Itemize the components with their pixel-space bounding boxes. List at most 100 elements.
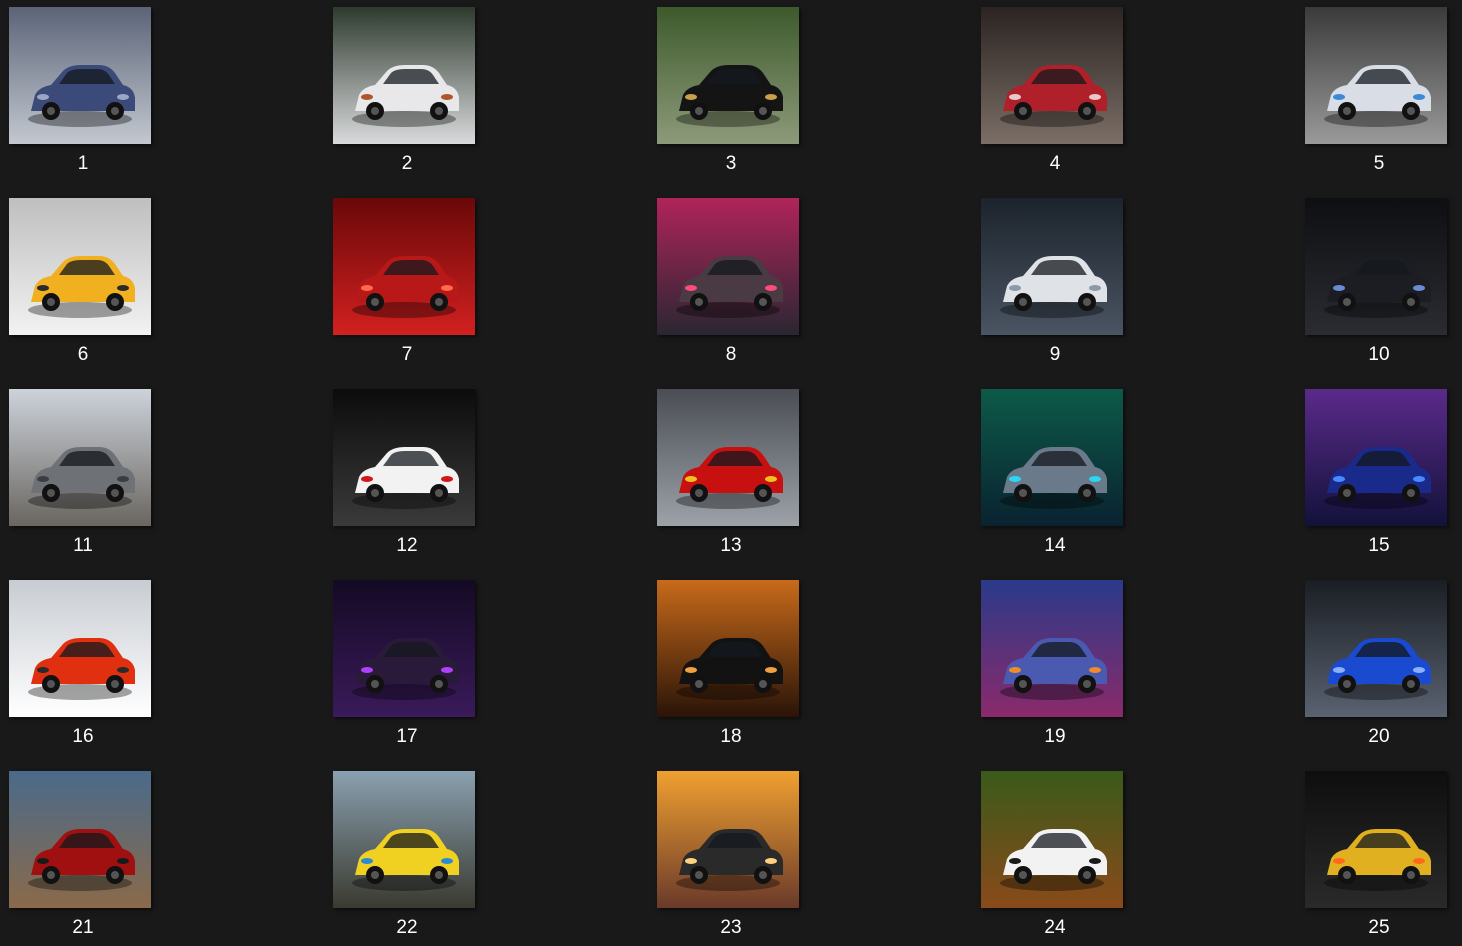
car-photo-thumbnail-icon[interactable] <box>333 7 475 144</box>
thumbnail-image <box>1305 7 1447 144</box>
thumbnail-image <box>981 389 1123 526</box>
car-photo-thumbnail-icon[interactable] <box>1305 389 1447 526</box>
thumbnail-image <box>657 198 799 335</box>
gallery-item[interactable]: 3 <box>648 0 808 185</box>
gallery-item[interactable]: 8 <box>648 191 808 376</box>
item-label: 13 <box>720 535 742 556</box>
gallery-item[interactable]: 19 <box>972 573 1132 758</box>
gallery-item[interactable]: 15 <box>1296 382 1456 567</box>
thumbnail-image <box>9 771 151 908</box>
item-label: 15 <box>1368 535 1390 556</box>
item-label: 23 <box>720 917 742 938</box>
thumbnail-image <box>333 580 475 717</box>
car-photo-thumbnail-icon[interactable] <box>657 771 799 908</box>
thumbnail-image <box>981 198 1123 335</box>
gallery-item[interactable]: 10 <box>1296 191 1456 376</box>
car-photo-thumbnail-icon[interactable] <box>981 580 1123 717</box>
thumbnail-image <box>657 580 799 717</box>
thumbnail-image <box>981 580 1123 717</box>
car-photo-thumbnail-icon[interactable] <box>333 389 475 526</box>
gallery-item[interactable]: 2 <box>324 0 484 185</box>
car-photo-thumbnail-icon[interactable] <box>981 389 1123 526</box>
thumbnail-image <box>1305 198 1447 335</box>
car-photo-thumbnail-icon[interactable] <box>657 7 799 144</box>
gallery-item[interactable]: 14 <box>972 382 1132 567</box>
gallery-item[interactable]: 1 <box>0 0 160 185</box>
thumbnail-image <box>333 389 475 526</box>
car-photo-thumbnail-icon[interactable] <box>657 389 799 526</box>
thumbnail-image <box>1305 389 1447 526</box>
gallery-item[interactable]: 4 <box>972 0 1132 185</box>
thumbnail-image <box>981 771 1123 908</box>
car-photo-thumbnail-icon[interactable] <box>333 198 475 335</box>
item-label: 17 <box>396 726 418 747</box>
item-label: 10 <box>1368 344 1390 365</box>
item-label: 2 <box>401 153 413 174</box>
thumbnail-image <box>9 7 151 144</box>
thumbnail-image <box>333 771 475 908</box>
gallery-item[interactable]: 16 <box>0 573 160 758</box>
car-photo-thumbnail-icon[interactable] <box>9 771 151 908</box>
car-photo-thumbnail-icon[interactable] <box>981 771 1123 908</box>
thumbnail-image <box>333 198 475 335</box>
gallery-item[interactable]: 25 <box>1296 764 1456 946</box>
item-label: 16 <box>72 726 94 747</box>
car-photo-thumbnail-icon[interactable] <box>1305 198 1447 335</box>
car-photo-thumbnail-icon[interactable] <box>981 198 1123 335</box>
thumbnail-image <box>657 7 799 144</box>
gallery-item[interactable]: 23 <box>648 764 808 946</box>
car-photo-thumbnail-icon[interactable] <box>9 580 151 717</box>
gallery-item[interactable]: 12 <box>324 382 484 567</box>
gallery-item[interactable]: 5 <box>1296 0 1456 185</box>
item-label: 25 <box>1368 917 1390 938</box>
car-photo-thumbnail-icon[interactable] <box>657 198 799 335</box>
item-label: 1 <box>77 153 89 174</box>
item-label: 7 <box>401 344 413 365</box>
car-photo-thumbnail-icon[interactable] <box>1305 7 1447 144</box>
thumbnail-image <box>333 7 475 144</box>
gallery-item[interactable]: 20 <box>1296 573 1456 758</box>
item-label: 19 <box>1044 726 1066 747</box>
item-label: 8 <box>725 344 737 365</box>
gallery-item[interactable]: 24 <box>972 764 1132 946</box>
gallery-item[interactable]: 22 <box>324 764 484 946</box>
car-photo-thumbnail-icon[interactable] <box>981 7 1123 144</box>
thumbnail-image <box>9 389 151 526</box>
item-label: 24 <box>1044 917 1066 938</box>
gallery-item[interactable]: 18 <box>648 573 808 758</box>
item-label: 18 <box>720 726 742 747</box>
car-photo-thumbnail-icon[interactable] <box>657 580 799 717</box>
item-label: 3 <box>725 153 737 174</box>
item-label: 20 <box>1368 726 1390 747</box>
car-photo-thumbnail-icon[interactable] <box>1305 771 1447 908</box>
thumbnail-image <box>657 389 799 526</box>
thumbnail-image <box>9 198 151 335</box>
thumbnail-gallery: 1 2 3 4 5 6 7 8 9 10 11 12 13 14 15 16 1… <box>0 0 1462 946</box>
gallery-item[interactable]: 11 <box>0 382 160 567</box>
item-label: 5 <box>1373 153 1385 174</box>
thumbnail-image <box>657 771 799 908</box>
item-label: 21 <box>72 917 94 938</box>
item-label: 11 <box>73 535 93 556</box>
gallery-item[interactable]: 13 <box>648 382 808 567</box>
gallery-item[interactable]: 21 <box>0 764 160 946</box>
item-label: 22 <box>396 917 418 938</box>
item-label: 12 <box>396 535 418 556</box>
thumbnail-image <box>1305 580 1447 717</box>
car-photo-thumbnail-icon[interactable] <box>1305 580 1447 717</box>
item-label: 4 <box>1049 153 1061 174</box>
car-photo-thumbnail-icon[interactable] <box>9 198 151 335</box>
car-photo-thumbnail-icon[interactable] <box>9 389 151 526</box>
thumbnail-image <box>1305 771 1447 908</box>
thumbnail-image <box>981 7 1123 144</box>
car-photo-thumbnail-icon[interactable] <box>9 7 151 144</box>
item-label: 9 <box>1049 344 1061 365</box>
car-photo-thumbnail-icon[interactable] <box>333 580 475 717</box>
gallery-item[interactable]: 7 <box>324 191 484 376</box>
item-label: 6 <box>77 344 89 365</box>
thumbnail-image <box>9 580 151 717</box>
gallery-item[interactable]: 6 <box>0 191 160 376</box>
gallery-item[interactable]: 17 <box>324 573 484 758</box>
gallery-item[interactable]: 9 <box>972 191 1132 376</box>
car-photo-thumbnail-icon[interactable] <box>333 771 475 908</box>
